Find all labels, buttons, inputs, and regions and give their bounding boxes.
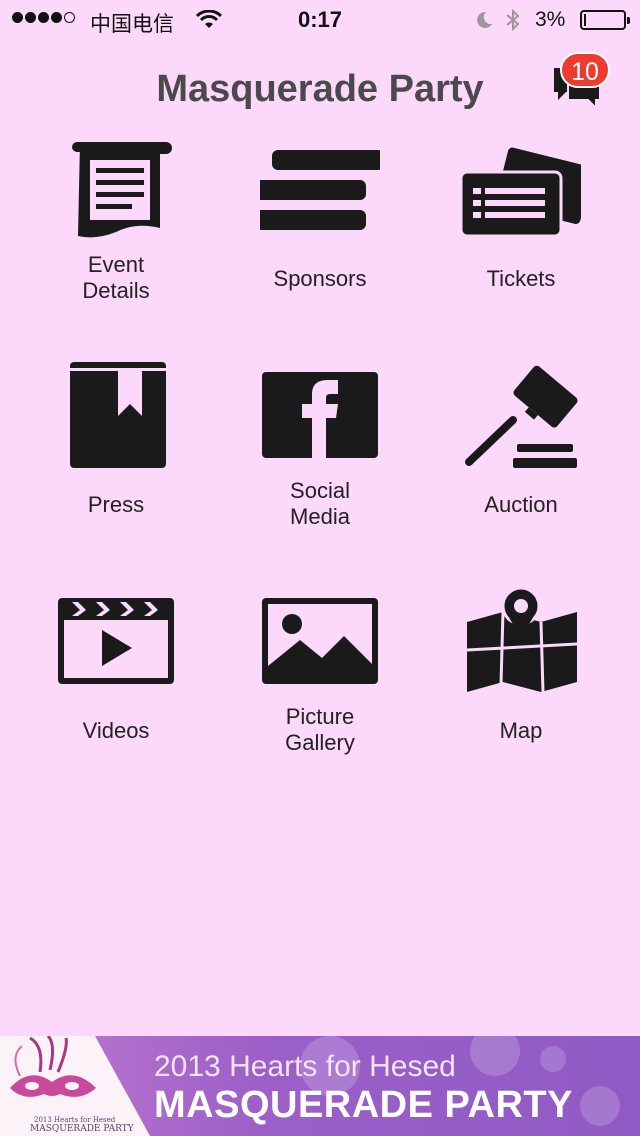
battery-percentage: 3% xyxy=(535,8,566,31)
video-clapper-icon xyxy=(58,598,174,684)
event-details-icon xyxy=(72,142,172,238)
status-bar: 中国电信 0:17 3% xyxy=(0,0,640,40)
battery-icon xyxy=(580,10,630,30)
tickets-icon xyxy=(461,144,581,238)
menu-item-press[interactable]: Press xyxy=(16,362,216,562)
menu-label: Picture Gallery xyxy=(285,704,355,755)
sponsors-icon xyxy=(260,150,380,230)
menu-label: Sponsors xyxy=(273,266,367,291)
menu-item-tickets[interactable]: Tickets xyxy=(421,136,621,336)
menu-item-videos[interactable]: Videos xyxy=(16,588,216,788)
bluetooth-icon xyxy=(506,8,520,32)
menu-item-sponsors[interactable]: Sponsors xyxy=(220,136,420,336)
page-title: Masquerade Party xyxy=(156,68,484,110)
menu-item-map[interactable]: Map xyxy=(421,588,621,788)
header: Masquerade Party 10 xyxy=(0,52,640,122)
menu-label: Videos xyxy=(82,718,150,743)
masquerade-logo: 2013 Hearts for Hesed MASQUERADE PARTY xyxy=(0,1036,150,1136)
map-icon xyxy=(466,588,578,693)
menu-label: Social Media xyxy=(290,478,350,529)
menu-label: Event Details xyxy=(82,252,150,303)
press-icon xyxy=(70,362,166,468)
menu-item-social-media[interactable]: Social Media xyxy=(220,362,420,562)
facebook-icon xyxy=(262,372,378,458)
menu-item-auction[interactable]: Auction xyxy=(421,362,621,562)
menu-label: Map xyxy=(499,718,543,743)
sponsor-banner[interactable]: 2013 Hearts for Hesed MASQUERADE PARTY 2… xyxy=(0,1036,640,1136)
notification-badge[interactable]: 10 xyxy=(560,52,610,88)
menu-label: Tickets xyxy=(486,266,556,291)
gavel-icon xyxy=(465,365,578,468)
mask-icon xyxy=(10,1036,96,1097)
menu-item-event-details[interactable]: Event Details xyxy=(16,136,216,336)
banner-subtitle: 2013 Hearts for Hesed xyxy=(154,1050,456,1083)
menu-label: Press xyxy=(87,492,145,517)
do-not-disturb-moon-icon xyxy=(477,11,492,28)
banner-title: MASQUERADE PARTY xyxy=(154,1084,573,1126)
picture-icon xyxy=(262,598,378,684)
menu-item-picture-gallery[interactable]: Picture Gallery xyxy=(220,588,420,788)
menu-label: Auction xyxy=(484,492,558,517)
